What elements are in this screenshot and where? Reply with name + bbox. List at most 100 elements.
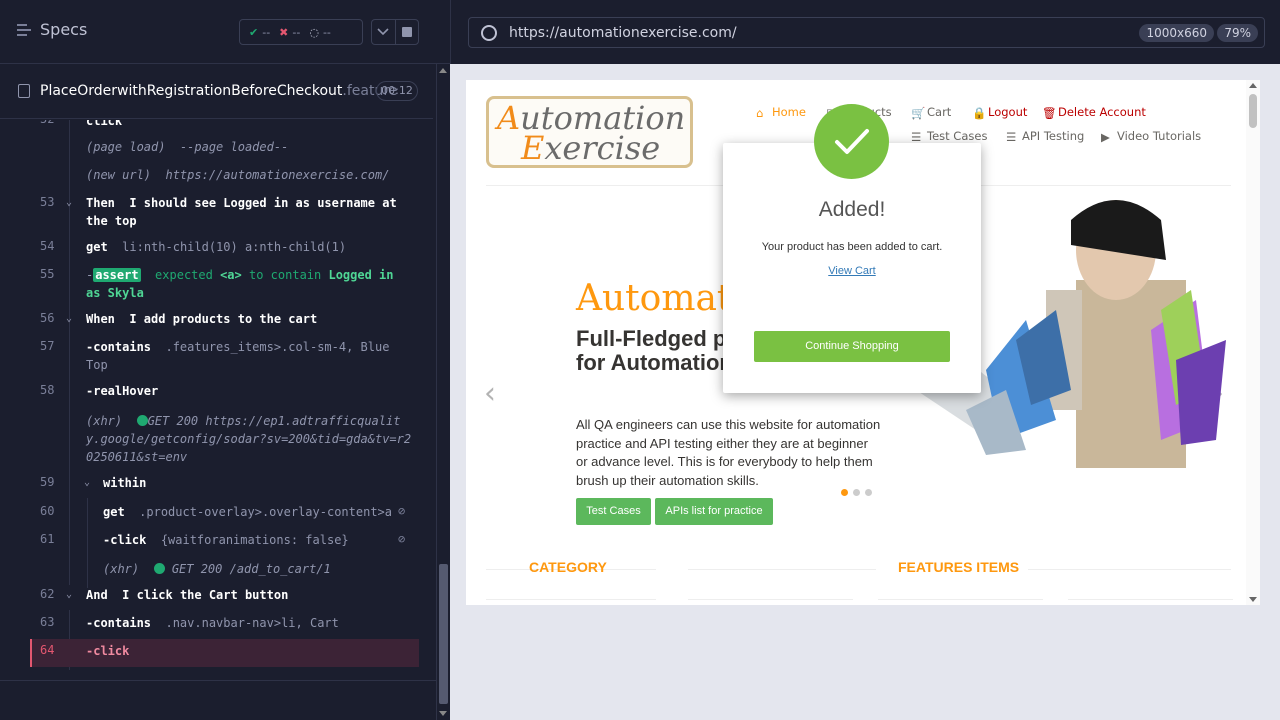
view-cart-link[interactable]: View Cart bbox=[723, 265, 981, 277]
nav-label: Delete Account bbox=[1058, 105, 1146, 119]
url-text[interactable]: https://automationexercise.com/ bbox=[509, 25, 737, 41]
line-number: 53 bbox=[40, 195, 55, 209]
status-dot-icon bbox=[153, 563, 165, 574]
page-scrollbar[interactable] bbox=[1246, 80, 1260, 605]
chevron-down-icon[interactable] bbox=[372, 20, 396, 44]
cart-icon: 🛒 bbox=[911, 106, 926, 120]
event-label: (new url) bbox=[86, 168, 152, 182]
slider-dot[interactable] bbox=[841, 489, 848, 496]
command-name: get bbox=[86, 240, 108, 254]
specs-button[interactable]: Specs bbox=[16, 20, 87, 39]
features-title: FEATURES ITEMS bbox=[898, 559, 1020, 575]
command-name: within bbox=[103, 476, 147, 490]
slider-dot[interactable] bbox=[865, 489, 872, 496]
scroll-up-icon[interactable] bbox=[1249, 83, 1257, 88]
xhr-url: https://ep1.adtrafficquality.google/getc… bbox=[86, 414, 412, 464]
chevron-down-icon[interactable]: ⌄ bbox=[66, 589, 72, 600]
command-log: 52 click (page load) --page loaded-- (ne… bbox=[0, 120, 436, 680]
line-number: 55 bbox=[40, 267, 55, 281]
chevron-left-icon[interactable]: ‹ bbox=[484, 376, 496, 411]
apis-list-button[interactable]: APIs list for practice bbox=[655, 498, 773, 525]
chevron-down-icon[interactable]: ⌄ bbox=[66, 313, 72, 324]
command-arg: li:nth-child(10) a:nth-child(1) bbox=[122, 240, 347, 254]
step-keyword: And bbox=[86, 588, 108, 602]
pending-count: -- bbox=[322, 25, 331, 39]
test-stats: ✔ -- ✖ -- ◌ -- bbox=[239, 19, 363, 45]
nav-api-testing[interactable]: ☰ API Testing bbox=[1006, 129, 1084, 144]
command-arg: {waitforanimations: false} bbox=[160, 533, 349, 547]
url-bar[interactable]: https://automationexercise.com/ 1000x660… bbox=[468, 17, 1265, 48]
nav-label: Test Cases bbox=[927, 129, 988, 143]
stop-icon[interactable] bbox=[396, 20, 419, 44]
nav-cart[interactable]: 🛒 Cart bbox=[911, 105, 952, 120]
command-name: click bbox=[86, 120, 123, 128]
category-panel bbox=[486, 599, 656, 605]
eye-slash-icon: ⊘ bbox=[398, 504, 406, 518]
specs-label: Specs bbox=[40, 20, 88, 39]
assert-text: <a> bbox=[220, 268, 242, 282]
chevron-down-icon[interactable]: ⌄ bbox=[84, 477, 90, 488]
viewport-badge[interactable]: 1000x660 bbox=[1139, 24, 1214, 42]
url-header: https://automationexercise.com/ 1000x660… bbox=[450, 0, 1280, 64]
continue-shopping-button[interactable]: Continue Shopping bbox=[754, 331, 950, 362]
assert-badge: assert bbox=[93, 268, 141, 282]
event-message: --page loaded-- bbox=[179, 140, 289, 154]
file-name: PlaceOrderwithRegistrationBeforeCheckout bbox=[40, 83, 343, 99]
scroll-down-icon[interactable] bbox=[439, 711, 447, 716]
scrollbar-thumb[interactable] bbox=[439, 564, 448, 704]
spec-file-header: PlaceOrderwithRegistrationBeforeCheckout… bbox=[0, 64, 433, 119]
modal-title: Added! bbox=[818, 198, 886, 221]
reporter-scrollbar[interactable] bbox=[436, 64, 450, 720]
section-divider bbox=[1028, 569, 1231, 570]
pending-stat: ◌ -- bbox=[300, 26, 331, 39]
failed-stat: ✖ -- bbox=[270, 26, 300, 39]
list-icon: ☰ bbox=[911, 130, 922, 144]
scroll-down-icon[interactable] bbox=[1249, 597, 1257, 602]
globe-icon bbox=[481, 24, 497, 41]
event-message: https://automationexercise.com/ bbox=[165, 168, 390, 182]
logo-letter: E bbox=[521, 129, 545, 167]
guide-line bbox=[69, 335, 70, 585]
assert-text: expected bbox=[155, 268, 213, 282]
line-number: 61 bbox=[40, 532, 55, 546]
guide-line bbox=[87, 498, 88, 588]
home-icon: ⌂ bbox=[756, 106, 764, 120]
spec-file-name[interactable]: PlaceOrderwithRegistrationBeforeCheckout… bbox=[40, 83, 397, 99]
nav-logout[interactable]: 🔒 Logout bbox=[972, 105, 1027, 120]
nav-test-cases[interactable]: ☰ Test Cases bbox=[911, 129, 988, 144]
file-icon bbox=[18, 84, 30, 98]
step-text: I add products to the cart bbox=[129, 312, 318, 326]
x-icon: ✖ bbox=[279, 25, 289, 39]
duration-badge: 00:12 bbox=[376, 81, 418, 101]
reporter-footer bbox=[0, 680, 436, 720]
scroll-up-icon[interactable] bbox=[439, 68, 447, 73]
nav-video-tutorials[interactable]: ▶ Video Tutorials bbox=[1101, 129, 1201, 144]
line-number: 57 bbox=[40, 339, 55, 353]
line-number: 64 bbox=[40, 643, 55, 657]
product-card bbox=[688, 599, 853, 605]
line-number: 59 bbox=[40, 475, 55, 489]
step-text: I click the Cart button bbox=[122, 588, 289, 602]
trash-icon: 🗑 bbox=[1042, 106, 1057, 120]
event-label: (page load) bbox=[86, 140, 166, 154]
slider-indicators bbox=[841, 489, 872, 496]
logo-letter: A bbox=[497, 99, 521, 137]
test-cases-button[interactable]: Test Cases bbox=[576, 498, 651, 525]
scrollbar-thumb[interactable] bbox=[1249, 94, 1257, 128]
command-name: -click bbox=[103, 533, 147, 547]
command-arg: .product-overlay>.overlay-content>a bbox=[139, 505, 393, 519]
line-number: 52 bbox=[40, 120, 54, 126]
passed-stat: ✔ -- bbox=[240, 26, 270, 39]
check-icon bbox=[814, 104, 889, 179]
chevron-down-icon[interactable]: ⌄ bbox=[66, 197, 72, 208]
slider-dot[interactable] bbox=[853, 489, 860, 496]
failed-count: -- bbox=[292, 25, 301, 39]
specs-list-icon bbox=[17, 23, 31, 36]
line-number: 62 bbox=[40, 587, 55, 601]
spinner-icon: ◌ bbox=[309, 25, 319, 39]
site-logo[interactable]: Automation Exercise bbox=[486, 96, 693, 168]
nav-label: Cart bbox=[927, 105, 952, 119]
nav-delete-account[interactable]: 🗑Delete Account bbox=[1042, 105, 1146, 120]
modal-message: Your product has been added to cart. bbox=[761, 241, 943, 253]
nav-home[interactable]: ⌂ Home bbox=[756, 105, 806, 120]
